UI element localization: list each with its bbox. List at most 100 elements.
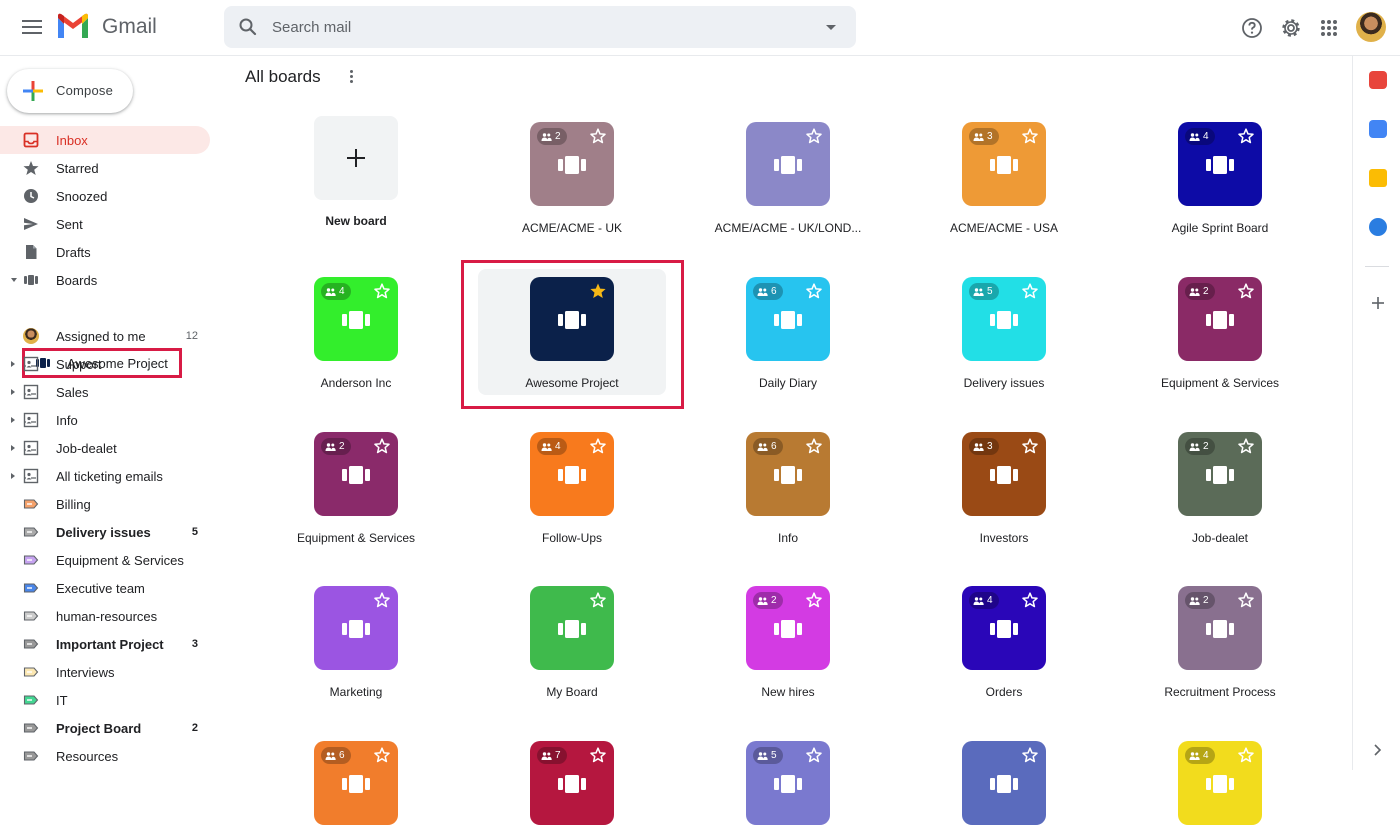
sidebar-item-important-project[interactable]: Important Project 3 xyxy=(0,630,210,658)
board-label[interactable]: My Board xyxy=(472,685,672,699)
board-tile-job-dealet[interactable]: 2 xyxy=(1178,432,1262,516)
board-tile-board-21[interactable]: 7 xyxy=(530,741,614,825)
search-input[interactable] xyxy=(272,6,812,48)
settings-gear-icon[interactable] xyxy=(1279,16,1303,40)
search-bar[interactable] xyxy=(224,6,856,48)
board-tile-new-hires[interactable]: 2 xyxy=(746,586,830,670)
tasks-icon[interactable] xyxy=(1369,218,1387,236)
star-outline-icon[interactable] xyxy=(1237,282,1255,300)
account-avatar[interactable] xyxy=(1356,12,1386,42)
board-tile-acme-acme-usa[interactable]: 3 xyxy=(962,122,1046,206)
sidebar-item-interviews[interactable]: Interviews xyxy=(0,658,210,686)
star-outline-icon[interactable] xyxy=(1237,437,1255,455)
board-label[interactable]: Daily Diary xyxy=(688,376,888,390)
board-label[interactable]: Delivery issues xyxy=(904,376,1104,390)
sidebar-item-inbox[interactable]: Inbox xyxy=(0,126,210,154)
board-label[interactable]: Info xyxy=(688,531,888,545)
board-tile-daily-diary[interactable]: 6 xyxy=(746,277,830,361)
board-label[interactable]: Agile Sprint Board xyxy=(1120,221,1320,235)
board-tile-orders[interactable]: 4 xyxy=(962,586,1046,670)
sidebar-item-delivery-issues[interactable]: Delivery issues 5 xyxy=(0,518,210,546)
sidebar-item-project-board[interactable]: Project Board 2 xyxy=(0,714,210,742)
star-outline-icon[interactable] xyxy=(589,127,607,145)
sidebar-item-support[interactable]: Support xyxy=(0,350,210,378)
expand-toggle-icon[interactable] xyxy=(11,361,15,367)
star-outline-icon[interactable] xyxy=(589,437,607,455)
board-label[interactable]: Follow-Ups xyxy=(472,531,672,545)
star-outline-icon[interactable] xyxy=(805,591,823,609)
star-outline-icon[interactable] xyxy=(1021,282,1039,300)
expand-toggle-icon[interactable] xyxy=(11,389,15,395)
search-options-icon[interactable] xyxy=(826,25,836,30)
star-outline-icon[interactable] xyxy=(1237,127,1255,145)
sidebar-item-job-dealet[interactable]: Job-dealet xyxy=(0,434,210,462)
board-tile-equipment-services[interactable]: 2 xyxy=(1178,277,1262,361)
expand-panel-chevron-icon[interactable] xyxy=(1373,744,1383,756)
board-tile-recruitment-process[interactable]: 2 xyxy=(1178,586,1262,670)
sidebar-item-assigned-to-me[interactable]: Assigned to me 12 xyxy=(0,322,210,350)
star-outline-icon[interactable] xyxy=(373,437,391,455)
star-outline-icon[interactable] xyxy=(1021,591,1039,609)
board-label[interactable]: ACME/ACME - UK xyxy=(472,221,672,235)
search-icon[interactable] xyxy=(238,17,258,37)
board-tile-board-20[interactable]: 6 xyxy=(314,741,398,825)
board-tile-agile-sprint-board[interactable]: 4 xyxy=(1178,122,1262,206)
board-label[interactable]: Anderson Inc xyxy=(256,376,456,390)
star-outline-icon[interactable] xyxy=(1021,746,1039,764)
board-tile-marketing[interactable] xyxy=(314,586,398,670)
board-tile-delivery-issues[interactable]: 5 xyxy=(962,277,1046,361)
sidebar-item-snoozed[interactable]: Snoozed xyxy=(0,182,210,210)
board-tile-board-24[interactable]: 4 xyxy=(1178,741,1262,825)
compose-button[interactable]: Compose xyxy=(7,69,133,113)
sidebar-item-resources[interactable]: Resources xyxy=(0,742,210,770)
new-board-button[interactable] xyxy=(314,116,398,200)
more-options-icon[interactable] xyxy=(348,68,354,86)
sidebar-item-starred[interactable]: Starred xyxy=(0,154,210,182)
expand-toggle-icon[interactable] xyxy=(11,473,15,479)
star-outline-icon[interactable] xyxy=(589,746,607,764)
apps-grid-icon[interactable] xyxy=(1317,16,1341,40)
star-outline-icon[interactable] xyxy=(589,591,607,609)
board-tile-board-23[interactable] xyxy=(962,741,1046,825)
sidebar-item-it[interactable]: IT xyxy=(0,686,210,714)
board-label[interactable]: Awesome Project xyxy=(472,376,672,390)
board-tile-awesome-project[interactable] xyxy=(530,277,614,361)
board-tile-board-22[interactable]: 5 xyxy=(746,741,830,825)
expand-toggle-icon[interactable] xyxy=(11,278,17,282)
expand-toggle-icon[interactable] xyxy=(11,445,15,451)
main-menu-icon[interactable] xyxy=(20,16,44,40)
board-tile-info[interactable]: 6 xyxy=(746,432,830,516)
board-tile-equipment-services[interactable]: 2 xyxy=(314,432,398,516)
star-outline-icon[interactable] xyxy=(373,282,391,300)
star-filled-icon[interactable] xyxy=(589,282,607,300)
expand-toggle-icon[interactable] xyxy=(11,417,15,423)
board-label[interactable]: Equipment & Services xyxy=(256,531,456,545)
help-icon[interactable] xyxy=(1240,16,1264,40)
board-label[interactable]: Equipment & Services xyxy=(1120,376,1320,390)
star-outline-icon[interactable] xyxy=(805,127,823,145)
sidebar-item-sales[interactable]: Sales xyxy=(0,378,210,406)
sidebar-item-info[interactable]: Info xyxy=(0,406,210,434)
board-label[interactable]: Orders xyxy=(904,685,1104,699)
get-addons-plus-icon[interactable] xyxy=(1371,296,1385,310)
star-outline-icon[interactable] xyxy=(373,746,391,764)
board-tile-follow-ups[interactable]: 4 xyxy=(530,432,614,516)
star-outline-icon[interactable] xyxy=(1237,591,1255,609)
board-tile-anderson-inc[interactable]: 4 xyxy=(314,277,398,361)
board-label[interactable]: ACME/ACME - UK/LOND... xyxy=(688,221,888,235)
board-label[interactable]: New hires xyxy=(688,685,888,699)
board-tile-investors[interactable]: 3 xyxy=(962,432,1046,516)
sidebar-item-sent[interactable]: Sent xyxy=(0,210,210,238)
board-label[interactable]: Recruitment Process xyxy=(1120,685,1320,699)
sidebar-item-boards[interactable]: Boards xyxy=(0,266,210,294)
board-label[interactable]: Marketing xyxy=(256,685,456,699)
star-outline-icon[interactable] xyxy=(1237,746,1255,764)
board-label[interactable]: ACME/ACME - USA xyxy=(904,221,1104,235)
board-tile-acme-acme-uk-lond[interactable] xyxy=(746,122,830,206)
sidebar-item-executive-team[interactable]: Executive team xyxy=(0,574,210,602)
cloudhq-addon-icon[interactable] xyxy=(1369,71,1387,89)
board-label[interactable]: Investors xyxy=(904,531,1104,545)
sidebar-item-equipment-services[interactable]: Equipment & Services xyxy=(0,546,210,574)
star-outline-icon[interactable] xyxy=(373,591,391,609)
star-outline-icon[interactable] xyxy=(805,437,823,455)
